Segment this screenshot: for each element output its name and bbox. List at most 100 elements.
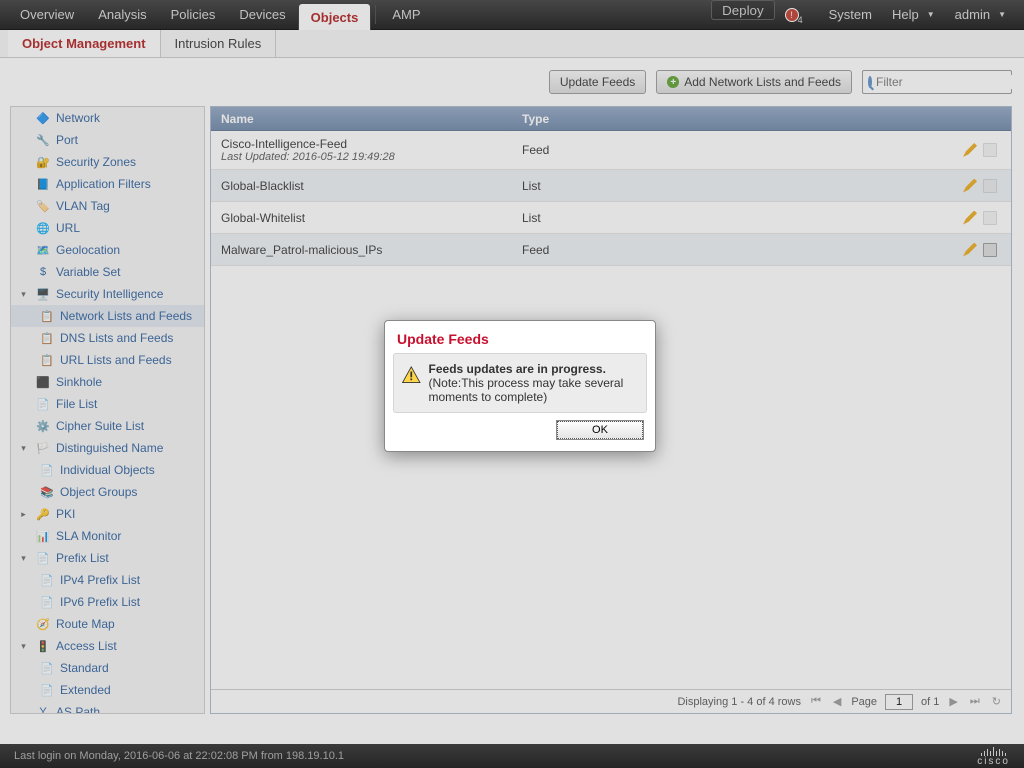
delete-icon (983, 211, 997, 225)
tree-icon: 🗺️ (35, 242, 51, 258)
tree-item-access-list[interactable]: ▾🚦Access List (11, 635, 204, 657)
dialog-ok-button[interactable]: OK (557, 421, 643, 439)
tree-item-file-list[interactable]: 📄File List (11, 393, 204, 415)
tree-icon: 📋 (39, 330, 55, 346)
tree-label: PKI (56, 507, 75, 521)
tree-icon: 🏷️ (35, 198, 51, 214)
deploy-button[interactable]: Deploy (711, 0, 775, 20)
help-menu[interactable]: Help (882, 0, 945, 29)
tree-item-url-lists-and-feeds[interactable]: 📋URL Lists and Feeds (11, 349, 204, 371)
nav-devices[interactable]: Devices (227, 0, 297, 29)
table-row[interactable]: Global-BlacklistList (211, 170, 1011, 202)
delete-icon[interactable] (983, 243, 997, 257)
filter-input[interactable] (876, 75, 1024, 89)
nav-amp[interactable]: AMP (380, 0, 432, 29)
tree-item-cipher-suite-list[interactable]: ⚙️Cipher Suite List (11, 415, 204, 437)
tree-icon: 📚 (39, 484, 55, 500)
tree-item-security-zones[interactable]: 🔐Security Zones (11, 151, 204, 173)
table-row[interactable]: Malware_Patrol-malicious_IPs Feed (211, 234, 1011, 266)
tree-label: DNS Lists and Feeds (60, 331, 173, 345)
tree-icon: ⬛ (35, 374, 51, 390)
tree-item-vlan-tag[interactable]: 🏷️VLAN Tag (11, 195, 204, 217)
pager-next-icon[interactable]: ▶ (947, 695, 959, 708)
add-network-lists-button[interactable]: + Add Network Lists and Feeds (656, 70, 852, 94)
tab-object-management[interactable]: Object Management (8, 30, 161, 57)
tree-item-extended[interactable]: 📄Extended (11, 679, 204, 701)
tree-item-standard[interactable]: 📄 Standard (11, 657, 204, 679)
pager-page-input[interactable] (885, 694, 913, 710)
expander-icon[interactable]: ▾ (19, 444, 28, 453)
tree-label: AS Path (56, 705, 100, 713)
dialog-title: Update Feeds (385, 321, 655, 353)
row-name: Global-Blacklist (221, 179, 506, 193)
table-row[interactable]: Global-WhitelistList (211, 202, 1011, 234)
tree-icon: ⚙️ (35, 418, 51, 434)
pager-prev-icon[interactable]: ◀ (831, 695, 843, 708)
nav-objects[interactable]: Objects (298, 3, 372, 30)
table-row[interactable]: Cisco-Intelligence-FeedLast Updated: 201… (211, 131, 1011, 170)
edit-icon[interactable] (963, 243, 977, 257)
tree-item-ipv6-prefix-list[interactable]: 📄IPv6 Prefix List (11, 591, 204, 613)
tree-item-url[interactable]: 🌐URL (11, 217, 204, 239)
pager: Displaying 1 - 4 of 4 rows ⏮ ◀ Page of 1… (211, 689, 1011, 713)
alert-badge[interactable]: ! 4 (775, 0, 819, 29)
tree-item-port[interactable]: 🔧Port (11, 129, 204, 151)
tab-intrusion-rules[interactable]: Intrusion Rules (161, 30, 277, 57)
tree-item-sla-monitor[interactable]: 📊SLA Monitor (11, 525, 204, 547)
row-type: Feed (516, 243, 949, 257)
tree-item-pki[interactable]: ▸🔑PKI (11, 503, 204, 525)
row-name: Malware_Patrol-malicious_IPs (221, 243, 506, 257)
tree-item-individual-objects[interactable]: 📄 Individual Objects (11, 459, 204, 481)
tree-item-sinkhole[interactable]: ⬛Sinkhole (11, 371, 204, 393)
edit-icon[interactable] (963, 211, 977, 225)
tree-item-security-intelligence[interactable]: ▾🖥️Security Intelligence (11, 283, 204, 305)
tree-item-ipv4-prefix-list[interactable]: 📄IPv4 Prefix List (11, 569, 204, 591)
tree-icon: 🔷 (35, 110, 51, 126)
tree-item-distinguished-name[interactable]: ▾🏳️Distinguished Name (11, 437, 204, 459)
edit-icon[interactable] (963, 143, 977, 157)
pager-last-icon[interactable]: ⏭ (968, 695, 982, 708)
tree-item-dns-lists-and-feeds[interactable]: 📋 DNS Lists and Feeds (11, 327, 204, 349)
col-type[interactable]: Type (516, 112, 949, 126)
col-name[interactable]: Name (211, 112, 516, 126)
tree-label: URL Lists and Feeds (60, 353, 172, 367)
tree-item-as-path[interactable]: Y AS Path (11, 701, 204, 713)
user-menu[interactable]: admin (945, 0, 1016, 29)
expander-icon[interactable]: ▾ (19, 642, 28, 651)
nav-policies[interactable]: Policies (159, 0, 228, 29)
nav-overview[interactable]: Overview (8, 0, 86, 29)
tree-item-application-filters[interactable]: 📘Application Filters (11, 173, 204, 195)
tree-item-object-groups[interactable]: 📚Object Groups (11, 481, 204, 503)
tree-icon: Y (35, 704, 51, 713)
edit-icon[interactable] (963, 179, 977, 193)
warning-icon (402, 362, 421, 388)
tree-item-variable-set[interactable]: $Variable Set (11, 261, 204, 283)
tree-item-network[interactable]: 🔷Network (11, 107, 204, 129)
nav-analysis[interactable]: Analysis (86, 0, 158, 29)
tree-icon: 🚦 (35, 638, 51, 654)
tree-label: Application Filters (56, 177, 151, 191)
toolbar: Update Feeds + Add Network Lists and Fee… (549, 70, 1012, 94)
tree-label: Standard (60, 661, 109, 675)
expander-icon[interactable]: ▸ (19, 510, 28, 519)
expander-icon[interactable]: ▾ (19, 554, 28, 563)
tree-label: Individual Objects (60, 463, 155, 477)
tree-item-geolocation[interactable]: 🗺️Geolocation (11, 239, 204, 261)
sub-nav: Object Management Intrusion Rules (0, 30, 1024, 58)
tree-icon: 📄 (39, 660, 55, 676)
object-tree[interactable]: 🔷Network 🔧Port 🔐Security Zones 📘Applicat… (11, 107, 204, 713)
pager-refresh-icon[interactable]: ↻ (990, 695, 1003, 708)
tree-item-network-lists-and-feeds[interactable]: 📋Network Lists and Feeds (11, 305, 204, 327)
update-feeds-button[interactable]: Update Feeds (549, 70, 646, 94)
tree-item-route-map[interactable]: 🧭Route Map (11, 613, 204, 635)
tree-label: Prefix List (56, 551, 109, 565)
tree-item-prefix-list[interactable]: ▾📄Prefix List (11, 547, 204, 569)
expander-icon[interactable]: ▾ (19, 290, 28, 299)
pager-first-icon[interactable]: ⏮ (809, 695, 823, 708)
delete-icon (983, 179, 997, 193)
system-menu[interactable]: System (819, 0, 882, 29)
tree-label: IPv6 Prefix List (60, 595, 140, 609)
last-login-text: Last login on Monday, 2016-06-06 at 22:0… (14, 750, 344, 762)
tree-icon: 📄 (39, 462, 55, 478)
filter-box[interactable] (862, 70, 1012, 94)
